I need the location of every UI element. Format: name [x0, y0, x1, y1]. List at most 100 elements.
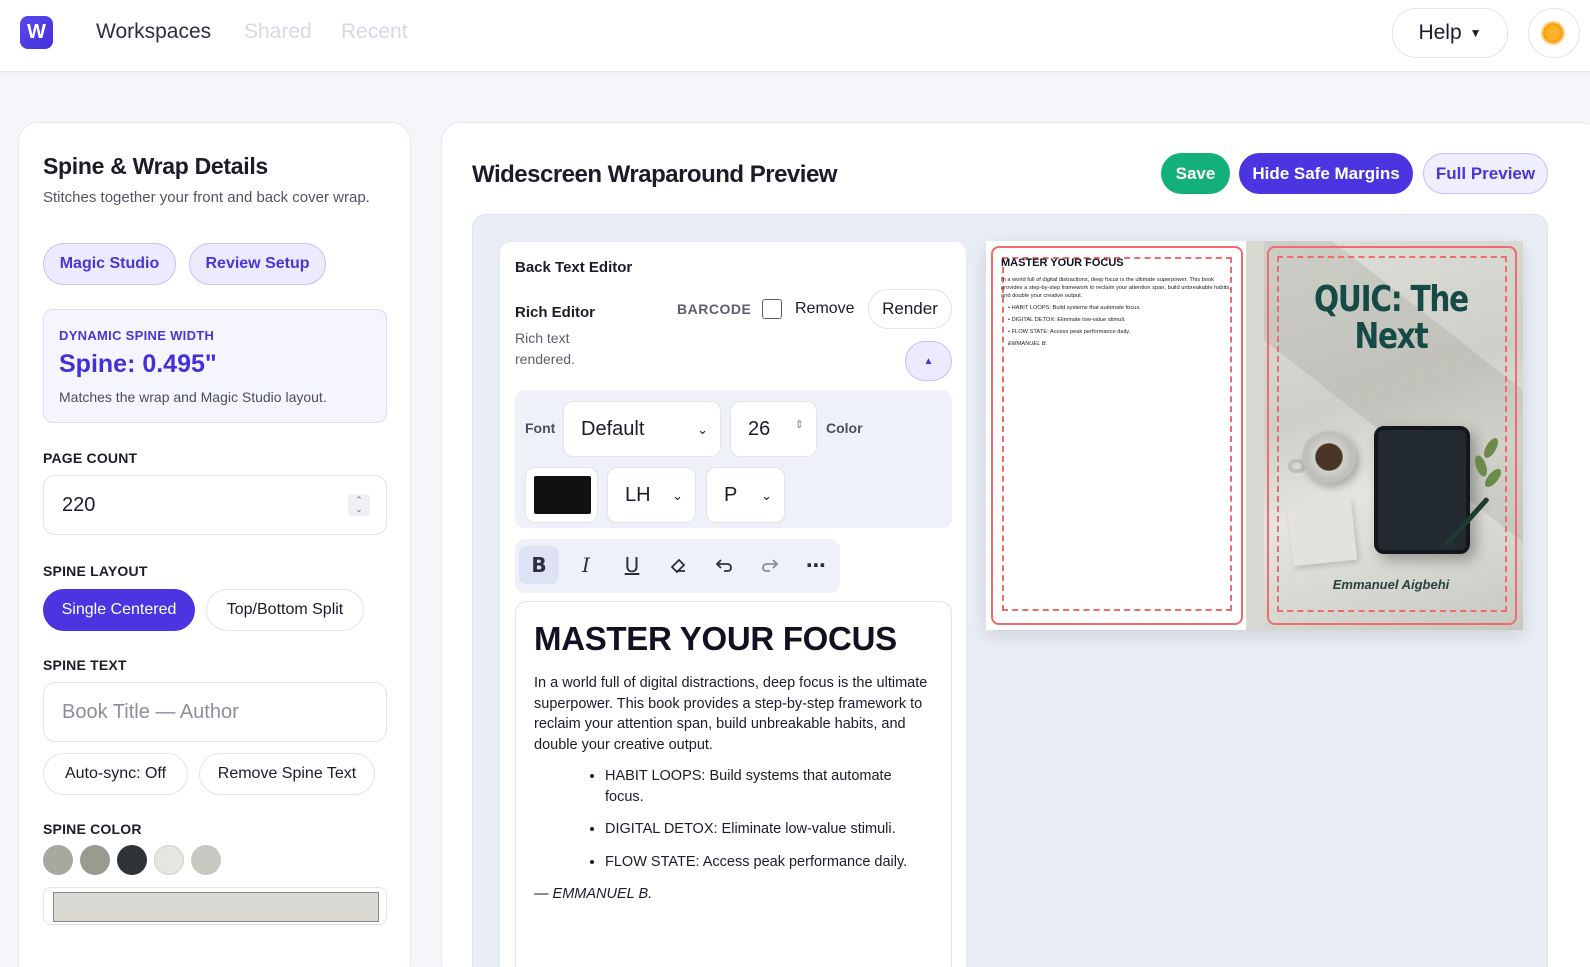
back-cover-bullet-text: DIGITAL DETOX: Eliminate low-value stimu… — [1011, 317, 1126, 323]
redo-icon[interactable] — [750, 546, 790, 584]
magic-studio-button[interactable]: Magic Studio — [43, 243, 176, 285]
undo-icon[interactable] — [704, 546, 744, 584]
more-icon[interactable]: ⋯ — [796, 546, 836, 584]
font-size-value: 26 — [748, 417, 771, 440]
render-button[interactable]: Render — [868, 289, 952, 329]
preview-stage: Back Text Editor Rich Editor Rich text r… — [472, 214, 1548, 967]
spine-layout-label: SPINE LAYOUT — [43, 563, 148, 579]
help-menu-button[interactable]: Help ▼ — [1392, 8, 1508, 58]
text-toolbar: B I U ⋯ — [515, 539, 840, 593]
help-label: Help — [1418, 21, 1462, 44]
list-item: HABIT LOOPS: Build systems that automate… — [605, 766, 925, 807]
top-bar: W Workspaces Shared Recent Help ▼ — [0, 0, 1590, 72]
list-item: DIGITAL DETOX: Eliminate low-value stimu… — [605, 819, 925, 840]
font-size-stepper[interactable]: 26 ⇕ — [730, 401, 817, 457]
barcode-remove-checkbox[interactable] — [762, 299, 782, 319]
rich-text-document[interactable]: MASTER YOUR FOCUS In a world full of dig… — [515, 601, 952, 967]
hide-safe-margins-button[interactable]: Hide Safe Margins — [1239, 153, 1413, 194]
color-label: Color — [826, 420, 863, 436]
cover-wrap-preview[interactable]: MASTER YOUR FOCUS In a world full of dig… — [986, 241, 1523, 630]
spine-color-swatch[interactable] — [117, 845, 147, 875]
list-item: FLOW STATE: Access peak performance dail… — [605, 852, 925, 873]
save-button[interactable]: Save — [1161, 153, 1230, 194]
panel-title: Spine & Wrap Details — [43, 153, 268, 179]
line-height-select[interactable]: LH ⌄ — [607, 467, 696, 523]
back-cover-bullet: • DIGITAL DETOX: Eliminate low-value sti… — [1008, 317, 1126, 323]
chevron-down-icon: ⌄ — [672, 488, 683, 503]
spine-color-swatch[interactable] — [154, 845, 184, 875]
nav-recent[interactable]: Recent — [341, 20, 408, 44]
font-select-value: Default — [581, 417, 645, 440]
font-label: Font — [525, 420, 556, 436]
spine-color-swatch[interactable] — [191, 845, 221, 875]
stepper-icon[interactable]: ⌃ ⌄ — [348, 494, 370, 516]
remove-spine-text-button[interactable]: Remove Spine Text — [199, 753, 375, 795]
chevron-down-icon: ▼ — [1469, 26, 1482, 40]
rich-editor-label: Rich Editor — [515, 304, 596, 321]
review-setup-button[interactable]: Review Setup — [189, 243, 326, 285]
preview-title: Widescreen Wraparound Preview — [472, 161, 837, 188]
spine-width-note: Matches the wrap and Magic Studio layout… — [59, 389, 327, 405]
document-bullet-list: HABIT LOOPS: Build systems that automate… — [605, 766, 925, 884]
paragraph-style-value: P — [724, 483, 738, 506]
spine-width-value: Spine: 0.495" — [59, 350, 217, 378]
spine-text-label: SPINE TEXT — [43, 657, 127, 673]
rich-editor-subtitle: Rich text rendered. — [515, 330, 575, 367]
spine-color-swatch[interactable] — [80, 845, 110, 875]
spine-wrap-panel: Spine & Wrap Details Stitches together y… — [18, 122, 411, 967]
text-color-picker[interactable] — [525, 467, 598, 523]
spine-text-input[interactable]: Book Title — Author — [43, 682, 387, 742]
paragraph-style-select[interactable]: P ⌄ — [706, 467, 785, 523]
dynamic-spine-card: DYNAMIC SPINE WIDTH Spine: 0.495" Matche… — [43, 309, 387, 423]
full-preview-button[interactable]: Full Preview — [1423, 153, 1548, 194]
barcode-remove-label: Remove — [795, 300, 855, 317]
back-cover-heading: MASTER YOUR FOCUS — [1001, 257, 1124, 269]
layout-top-bottom-split[interactable]: Top/Bottom Split — [206, 589, 364, 631]
back-cover-bullet-text: FLOW STATE: Access peak performance dail… — [1011, 329, 1131, 335]
eraser-icon[interactable] — [658, 546, 698, 584]
spine-color-swatch[interactable] — [43, 845, 73, 875]
back-cover-bullet: • FLOW STATE: Access peak performance da… — [1008, 329, 1131, 335]
spine-color-label: SPINE COLOR — [43, 821, 142, 837]
bold-icon[interactable]: B — [519, 546, 559, 584]
line-height-value: LH — [625, 483, 651, 506]
back-cover-bullet-text: HABIT LOOPS: Build systems that automate… — [1011, 305, 1141, 311]
spine-strip — [1246, 241, 1264, 630]
back-cover-bullet: • HABIT LOOPS: Build systems that automa… — [1008, 305, 1141, 311]
spine-color-picker[interactable] — [43, 887, 387, 925]
back-text-editor: Back Text Editor Rich Editor Rich text r… — [499, 241, 967, 967]
sun-icon — [1543, 23, 1563, 43]
collapse-icon[interactable]: ▲ — [905, 341, 952, 381]
page-count-label: PAGE COUNT — [43, 450, 138, 466]
stepper-icon[interactable]: ⇕ — [795, 418, 804, 431]
front-cover: QUIC: The Next Emmanuel Aigbehi — [1264, 241, 1523, 630]
nav-shared[interactable]: Shared — [244, 20, 312, 44]
chevron-down-icon: ⌄ — [697, 422, 708, 437]
chevron-down-icon: ⌄ — [761, 488, 772, 503]
spine-color-preview — [53, 892, 379, 922]
layout-single-centered[interactable]: Single Centered — [43, 589, 195, 631]
document-heading: MASTER YOUR FOCUS — [534, 620, 897, 657]
underline-icon[interactable]: U — [612, 546, 652, 584]
dynamic-spine-heading: DYNAMIC SPINE WIDTH — [59, 328, 215, 343]
bleed-guide — [1277, 256, 1507, 612]
back-cover-paragraph: In a world full of digital distractions,… — [1001, 277, 1231, 299]
document-signature: — EMMANUEL B. — [534, 886, 653, 902]
document-paragraph: In a world full of digital distractions,… — [534, 675, 928, 753]
avatar[interactable] — [1528, 8, 1580, 58]
back-cover-signature: EMMANUEL B. — [1008, 341, 1048, 347]
italic-icon[interactable]: I — [566, 546, 606, 584]
font-select[interactable]: Default ⌄ — [563, 401, 721, 457]
page-count-input[interactable]: 220 ⌃ ⌄ — [43, 475, 387, 535]
app-logo[interactable]: W — [20, 16, 53, 49]
barcode-label: BARCODE — [677, 301, 752, 317]
wraparound-preview-panel: Widescreen Wraparound Preview Save Hide … — [441, 122, 1590, 967]
nav-workspaces[interactable]: Workspaces — [96, 20, 211, 44]
back-cover: MASTER YOUR FOCUS In a world full of dig… — [986, 241, 1246, 630]
autosync-toggle[interactable]: Auto-sync: Off — [43, 753, 188, 795]
panel-subtitle: Stitches together your front and back co… — [43, 189, 370, 206]
editor-title: Back Text Editor — [515, 259, 633, 276]
text-color-preview — [534, 476, 591, 514]
format-panel: Font Default ⌄ 26 ⇕ Color LH ⌄ P ⌄ — [515, 390, 952, 528]
page-count-value: 220 — [62, 493, 96, 516]
